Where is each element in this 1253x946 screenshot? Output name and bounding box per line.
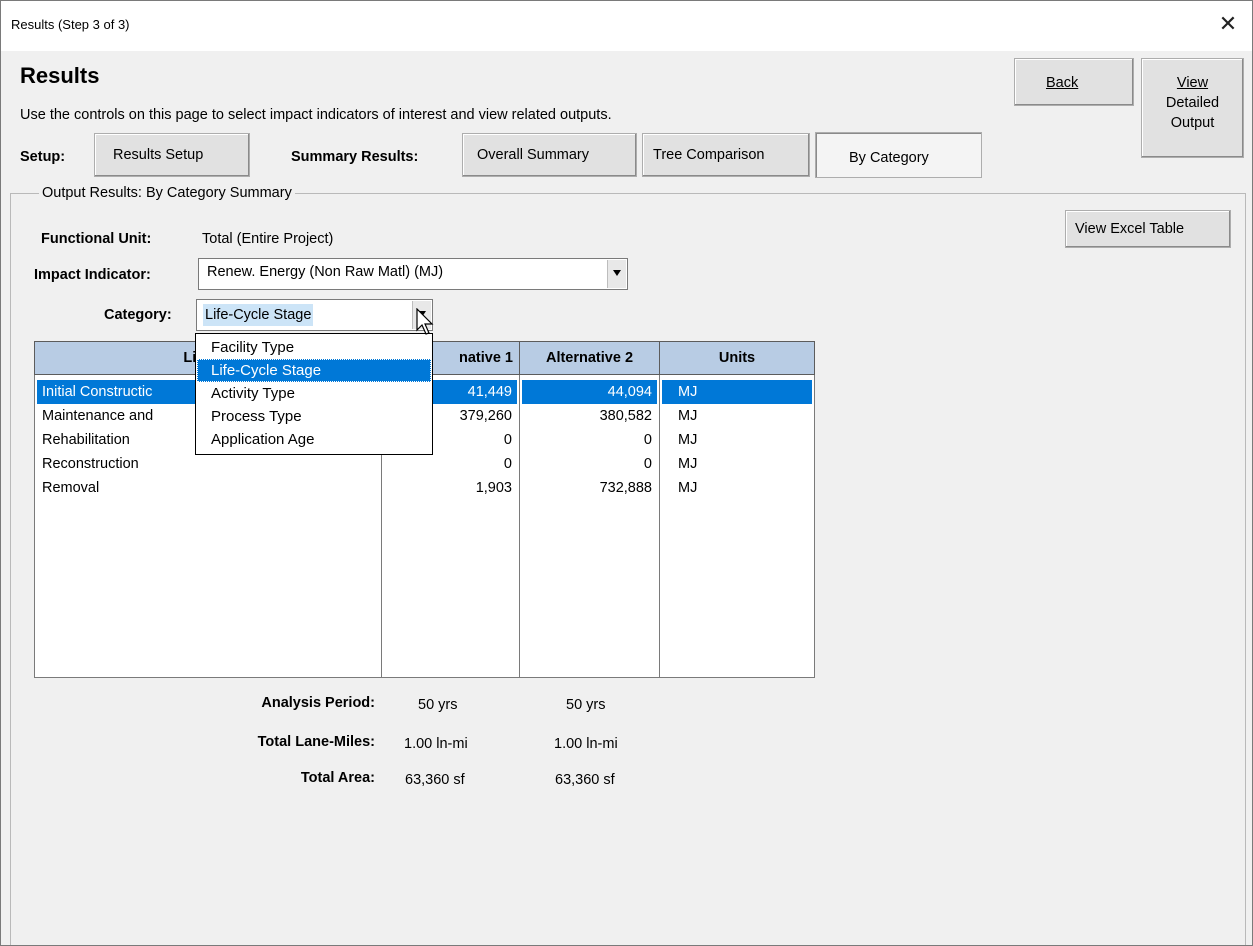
summary-results-label: Summary Results: [291,149,419,165]
dropdown-option-application-age[interactable]: Application Age [197,428,431,451]
analysis-period-label: Analysis Period: [261,695,375,711]
header-alternative-2[interactable]: Alternative 2 [519,341,660,375]
dropdown-option-process-type[interactable]: Process Type [197,405,431,428]
analysis-period-alt1: 50 yrs [418,697,458,713]
by-category-label: By Category [849,150,929,166]
category-label: Category: [104,307,172,323]
by-category-button[interactable]: By Category [815,132,982,178]
results-window: Results (Step 3 of 3) ✕ Results Use the … [0,0,1253,946]
output-results-title: Output Results: By Category Summary [39,185,295,201]
dropdown-option-life-cycle-stage[interactable]: Life-Cycle Stage [197,359,431,382]
header-units[interactable]: Units [659,341,815,375]
row-alt2: 0 [643,456,652,472]
results-setup-label: Results Setup [113,147,204,163]
row-alt2: 732,888 [599,480,652,496]
total-area-label: Total Area: [300,770,375,786]
back-button[interactable]: Back [1014,58,1134,106]
functional-unit-label: Functional Unit: [41,231,152,247]
lane-miles-alt1: 1.00 ln-mi [404,736,468,752]
row-stage: Reconstruction [42,456,139,472]
row-stage: Rehabilitation [42,432,130,448]
lane-miles-label: Total Lane-Miles: [257,734,375,750]
dropdown-option-activity-type[interactable]: Activity Type [197,382,431,405]
row-alt1: 1,903 [475,480,512,496]
dropdown-option-facility-type[interactable]: Facility Type [197,336,431,359]
view-excel-table-button[interactable]: View Excel Table [1065,210,1231,248]
impact-indicator-value: Renew. Energy (Non Raw Matl) (MJ) [207,264,444,280]
row-alt2: 0 [643,432,652,448]
row-stage: Maintenance and [42,408,154,424]
close-icon[interactable]: ✕ [1216,11,1240,37]
results-setup-button[interactable]: Results Setup [94,133,250,177]
row-units: MJ [678,384,698,400]
overall-summary-label: Overall Summary [477,147,589,163]
title-bar: Results (Step 3 of 3) ✕ [1,1,1252,51]
mouse-pointer-icon [416,308,434,335]
row-stage: Removal [42,480,100,496]
view-detailed-output-button[interactable]: View Detailed Output [1141,58,1244,158]
row-alt2: 44,094 [607,384,652,400]
row-units: MJ [678,456,698,472]
tree-comparison-button[interactable]: Tree Comparison [642,133,810,177]
view-detailed-line3: Output [1170,115,1215,131]
back-button-label: Back [1046,75,1079,91]
row-alt1: 0 [503,456,512,472]
row-stage: Initial Constructic [42,384,153,400]
category-select[interactable]: Life-Cycle Stage [196,299,433,331]
page-title: Results [20,63,100,88]
row-alt2: 380,582 [599,408,652,424]
tree-comparison-label: Tree Comparison [653,147,765,163]
view-excel-table-label: View Excel Table [1075,221,1185,237]
view-detailed-line1: View [1176,75,1209,91]
window-title: Results (Step 3 of 3) [11,17,130,32]
row-units: MJ [678,480,698,496]
analysis-period-alt2: 50 yrs [566,697,606,713]
impact-indicator-label: Impact Indicator: [34,267,151,283]
page-subtitle: Use the controls on this page to select … [20,107,612,123]
total-area-alt1: 63,360 sf [405,772,465,788]
category-dropdown-list[interactable]: Facility Type Life-Cycle Stage Activity … [195,333,433,455]
overall-summary-button[interactable]: Overall Summary [462,133,637,177]
impact-indicator-select[interactable]: Renew. Energy (Non Raw Matl) (MJ) [198,258,628,290]
row-units: MJ [678,408,698,424]
lane-miles-alt2: 1.00 ln-mi [554,736,618,752]
setup-label: Setup: [20,149,66,165]
row-units: MJ [678,432,698,448]
chevron-down-icon[interactable] [607,260,626,288]
category-value: Life-Cycle Stage [203,304,314,326]
view-detailed-line2: Detailed [1165,95,1220,111]
functional-unit-value: Total (Entire Project) [202,231,334,247]
total-area-alt2: 63,360 sf [555,772,615,788]
